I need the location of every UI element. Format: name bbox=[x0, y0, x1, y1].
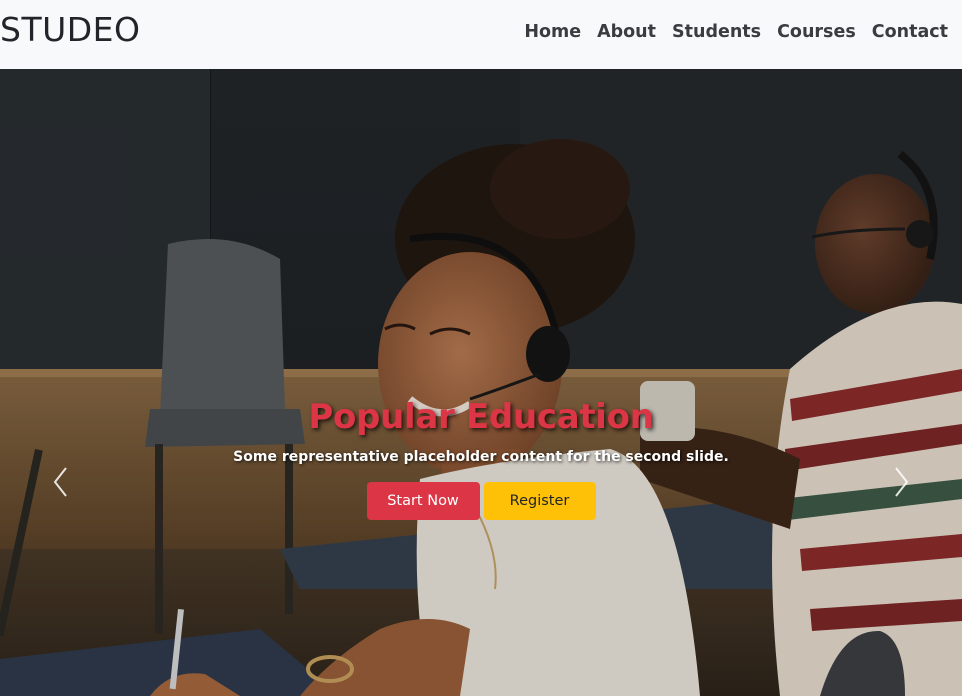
nav-link-students[interactable]: Students bbox=[664, 22, 769, 42]
nav-link-about[interactable]: About bbox=[589, 22, 664, 42]
brand-logo[interactable]: STUDEO bbox=[0, 10, 141, 49]
carousel-caption: Popular Education Some representative pl… bbox=[0, 395, 962, 520]
hero-carousel: Popular Education Some representative pl… bbox=[0, 69, 962, 696]
nav-links: Home About Students Courses Contact bbox=[516, 22, 956, 42]
nav-link-home[interactable]: Home bbox=[516, 22, 589, 42]
register-button[interactable]: Register bbox=[483, 482, 596, 520]
start-now-button[interactable]: Start Now bbox=[366, 482, 480, 520]
hero-buttons: Start Now Register bbox=[0, 482, 962, 520]
hero-text: Some representative placeholder content … bbox=[233, 449, 729, 465]
hero-title: Popular Education bbox=[308, 397, 654, 437]
navbar: STUDEO Home About Students Courses Conta… bbox=[0, 0, 962, 69]
hero-overlay bbox=[0, 69, 962, 696]
nav-link-contact[interactable]: Contact bbox=[864, 22, 956, 42]
nav-link-courses[interactable]: Courses bbox=[769, 22, 864, 42]
